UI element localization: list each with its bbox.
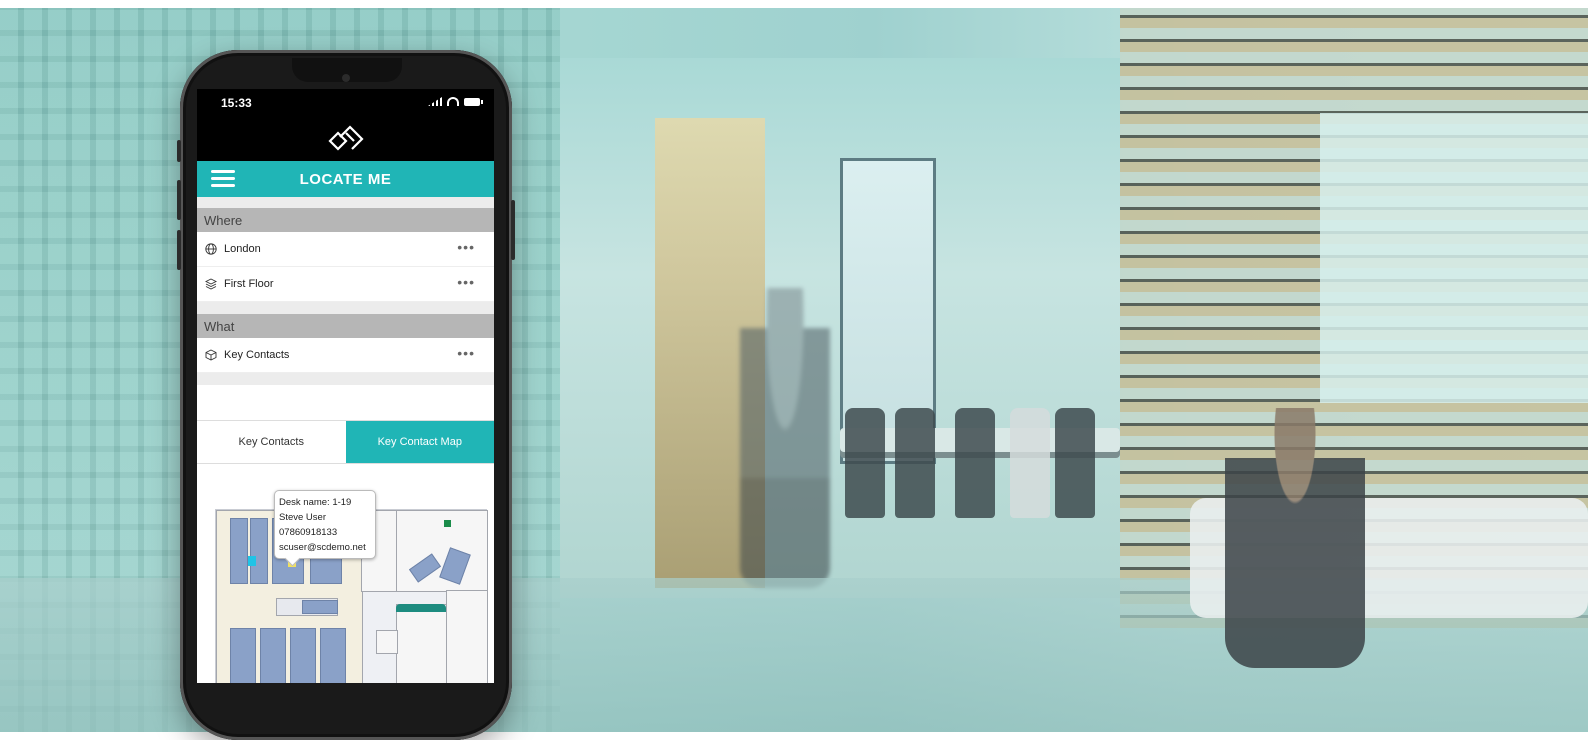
chair: [895, 408, 935, 518]
desk-block[interactable]: [230, 628, 256, 683]
room: [396, 604, 448, 683]
smartphone-mockup: 15:33 LOCATE ME Where London ••• First F…: [177, 50, 515, 740]
page-title: LOCATE ME: [299, 171, 392, 188]
what-item-label: Key Contacts: [224, 349, 290, 361]
green-marker: [444, 520, 451, 527]
where-item-label: First Floor: [224, 278, 274, 290]
seated-person-with-laptop: [1225, 408, 1365, 668]
box-icon: [205, 349, 217, 361]
tab-key-contacts[interactable]: Key Contacts: [197, 421, 346, 463]
desk-highlight-marker[interactable]: [248, 556, 256, 566]
app-screen: 15:33 LOCATE ME Where London ••• First F…: [197, 89, 494, 683]
spacer: [197, 302, 494, 314]
meeting-table[interactable]: [302, 600, 338, 614]
tooltip-phone: 07860918133: [279, 527, 338, 538]
desk-block[interactable]: [230, 518, 248, 584]
chair: [955, 408, 995, 518]
desk-block[interactable]: [290, 628, 316, 683]
desk-block[interactable]: [320, 628, 346, 683]
cellular-signal-icon: [428, 97, 442, 106]
spacer: [197, 373, 494, 385]
front-camera: [342, 74, 350, 82]
status-time: 15:33: [221, 96, 252, 110]
status-bar: 15:33: [197, 89, 494, 117]
volume-down-button: [177, 230, 181, 270]
walking-person: [740, 288, 830, 588]
chair: [845, 408, 885, 518]
power-button: [511, 200, 515, 260]
tooltip-email: scuser@scdemo.net: [279, 542, 366, 553]
room: [396, 510, 488, 592]
section-header-where: Where: [197, 208, 494, 232]
desk-info-tooltip: Desk name: 1-19 Steve User 07860918133 s…: [274, 490, 376, 559]
wifi-icon: [447, 97, 459, 106]
room-header: [396, 604, 446, 612]
more-options-icon[interactable]: •••: [457, 345, 475, 361]
mute-switch: [177, 140, 181, 162]
more-options-icon[interactable]: •••: [457, 239, 475, 255]
small-room: [376, 630, 398, 654]
layers-icon: [205, 278, 217, 290]
desk-block[interactable]: [250, 518, 268, 584]
view-tabs: Key Contacts Key Contact Map: [197, 420, 494, 464]
spacer: [197, 197, 494, 208]
app-logo-icon: [328, 125, 364, 151]
white-wall-panel: [1320, 113, 1588, 403]
app-header: LOCATE ME: [197, 161, 494, 197]
chair: [1010, 408, 1050, 518]
where-item-location[interactable]: London •••: [197, 232, 494, 267]
tooltip-desk-name: Desk name: 1-19: [279, 497, 352, 508]
desk-block[interactable]: [260, 628, 286, 683]
chair: [1055, 408, 1095, 518]
what-item-key-contacts[interactable]: Key Contacts •••: [197, 338, 494, 373]
tooltip-user-name: Steve User: [279, 512, 326, 523]
app-logo-bar: [197, 117, 494, 161]
tab-key-contact-map[interactable]: Key Contact Map: [345, 421, 494, 463]
volume-up-button: [177, 180, 181, 220]
where-item-label: London: [224, 243, 261, 255]
more-options-icon[interactable]: •••: [457, 274, 475, 290]
status-icons: [428, 97, 483, 106]
where-item-floor[interactable]: First Floor •••: [197, 267, 494, 302]
battery-icon: [464, 97, 483, 106]
globe-icon: [205, 243, 217, 255]
section-header-what: What: [197, 314, 494, 338]
room: [446, 590, 488, 683]
